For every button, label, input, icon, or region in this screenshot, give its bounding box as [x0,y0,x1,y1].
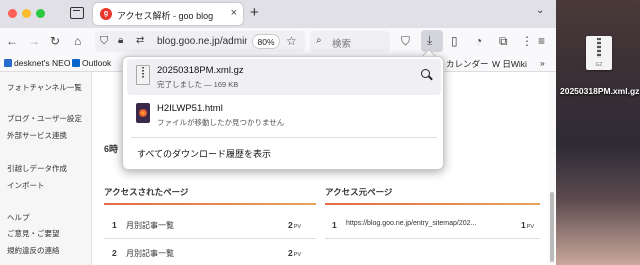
sidebar-item-feedback[interactable]: ご意見・ご要望 [7,228,60,239]
search-placeholder: 検索 [332,39,352,50]
panel-divider [131,137,437,138]
downloads-panel: 20250318PM.xml.gz 完了しました — 169 KB H2ILWP… [122,56,444,170]
goo-favicon-icon: g [100,8,112,20]
download-item[interactable]: H2ILWP51.html ファイルが移動したか見つかりません [127,97,441,133]
page-title-link[interactable]: 月別記事一覧 [126,220,174,231]
pv-value: 2 [288,220,293,230]
tab-close-icon[interactable]: × [231,7,237,19]
back-arrow-icon[interactable]: ← [6,34,18,48]
bookmark-outlook[interactable]: Outlook [72,58,111,68]
bookmark-star-icon[interactable]: ☆ [286,34,297,48]
pv-count: 2PV [288,248,301,258]
zoom-indicator[interactable]: 80% [252,34,280,49]
search-box[interactable]: ⌕ 検索 [310,31,390,52]
row-divider [325,238,540,239]
pv-count: 2PV [288,220,301,230]
tab-list-chevron-icon[interactable]: ⌄ [536,5,544,16]
section-time-heading: 6時 [104,144,119,154]
row-rank: 1 [332,220,337,230]
download-filename: 20250318PM.xml.gz [157,65,244,76]
shield-icon[interactable]: ⛉ [100,34,108,48]
desktop-file-label[interactable]: 20250318PM.xml.gz [560,86,639,97]
close-window-button[interactable] [8,9,17,18]
nav-bar: ← → ↻ ⌂ ⛉ 🔒︎ ⇄ blog.goo.ne.jp/admin 80% … [0,28,556,56]
show-all-downloads-button[interactable]: すべてのダウンロード履歴を表示 [137,147,271,160]
maximize-window-button[interactable] [36,9,45,18]
account-icon[interactable]: ◔ [475,34,482,48]
bookmark-wiki[interactable]: W 日Wiki [492,58,527,70]
sidebar: フォトチャンネル一覧 ブログ・ユーザー設定 外部サービス連携 引越しデータ作成 … [0,72,92,265]
pv-value: 2 [288,248,293,258]
sidebar-item-export[interactable]: 引越しデータ作成 [7,163,67,174]
referrers-heading: アクセス元ページ [325,187,393,197]
search-icon: ⌕ [316,35,322,46]
tab-active[interactable]: g アクセス解析 - goo blog × [93,3,243,25]
accessed-pages-heading: アクセスされたページ [104,187,189,197]
hamburger-menu-icon[interactable]: ≡ [538,34,545,48]
sidebar-item-import[interactable]: インポート [7,180,45,191]
bookmark-label: desknet's NEO [14,58,71,68]
minimize-window-button[interactable] [22,9,31,18]
pocket-icon[interactable]: ⛉ [401,34,410,48]
sidebar-item-help[interactable]: ヘルプ [7,212,30,223]
tab-overview-icon[interactable] [70,7,84,19]
pv-value: 1 [521,220,526,230]
sidebar-icon[interactable]: ▯ [451,34,458,48]
download-status: 完了しました — 169 KB [157,80,239,89]
download-item[interactable]: 20250318PM.xml.gz 完了しました — 169 KB [127,59,441,95]
zip-icon [597,38,601,58]
desktop-file-icon[interactable]: GZ [586,36,612,70]
download-filename: H2ILWP51.html [157,103,223,114]
row-divider [104,238,316,239]
desktop-background: GZ 20250318PM.xml.gz [556,0,640,265]
app-menu-icon[interactable]: ⋮ [521,34,533,48]
forward-arrow-icon[interactable]: → [28,34,40,48]
address-bar[interactable]: ⛉ 🔒︎ ⇄ blog.goo.ne.jp/admin 80% ☆ [95,31,305,52]
reload-icon[interactable]: ↻ [50,34,60,48]
lock-icon[interactable]: 🔒︎ [118,34,123,48]
desktop-file-ext: GZ [595,62,603,68]
extensions-icon[interactable]: ⧉ [499,34,508,48]
url-text[interactable]: blog.goo.ne.jp/admin [157,36,247,47]
sidebar-item-report[interactable]: 規約違反の連絡 [7,245,60,256]
html-file-icon [136,103,150,123]
home-icon[interactable]: ⌂ [74,34,81,48]
referrer-url-link[interactable]: https://blog.goo.ne.jp/entry_sitemap/202… [346,220,476,227]
page-title-link[interactable]: 月別記事一覧 [126,248,174,259]
bookmark-calendar[interactable]: カレンダー [446,58,489,70]
bookmark-desknets[interactable]: desknet's NEO [4,58,70,68]
download-arrow-icon: ⤓ [427,33,433,47]
downloads-button[interactable]: ⤓ [421,30,443,52]
pv-count: 1PV [521,220,534,230]
section-underline [325,203,540,205]
browser-window: g アクセス解析 - goo blog × + ⌄ ← → ↻ ⌂ ⛉ 🔒︎ ⇄… [0,0,556,265]
sidebar-item-photochannel[interactable]: フォトチャンネル一覧 [7,82,82,93]
show-in-folder-search-icon[interactable] [421,69,430,78]
permissions-icon[interactable]: ⇄ [136,34,144,48]
pv-unit: PV [293,252,302,258]
sidebar-item-blog-settings[interactable]: ブログ・ユーザー設定 [7,113,82,124]
tab-bar: g アクセス解析 - goo blog × + ⌄ [0,0,556,28]
row-rank: 2 [112,248,117,258]
new-tab-plus-icon[interactable]: + [250,4,259,21]
sidebar-item-external-services[interactable]: 外部サービス連携 [7,130,67,141]
section-underline [104,203,316,205]
desknets-icon [4,59,12,67]
pv-unit: PV [293,224,302,230]
pv-unit: PV [526,224,535,230]
gz-file-icon [136,65,150,85]
row-rank: 1 [112,220,117,230]
scrollbar-thumb[interactable] [550,192,554,262]
outlook-icon [72,59,80,67]
download-status: ファイルが移動したか見つかりません [157,118,285,127]
tab-title: アクセス解析 - goo blog [117,11,214,21]
bookmark-label: Outlook [82,58,112,68]
bookmarks-overflow-icon[interactable]: » [540,58,545,68]
